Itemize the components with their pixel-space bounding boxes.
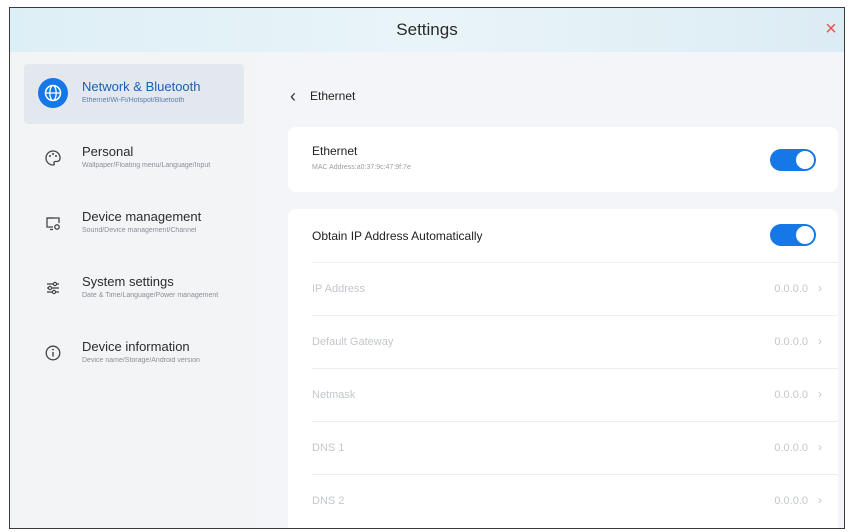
sidebar-item-system-settings[interactable]: System settings Date & Time/Language/Pow… [24, 259, 244, 319]
breadcrumb-title: Ethernet [310, 89, 356, 103]
breadcrumb: ‹ Ethernet [290, 86, 355, 106]
row-value: 0.0.0.0 [774, 336, 808, 348]
sidebar-item-label: Personal [82, 144, 134, 159]
dns2-row[interactable]: DNS 2 0.0.0.0 › [312, 474, 838, 527]
row-value: 0.0.0.0 [774, 283, 808, 295]
sidebar-item-subtitle: Device name/Storage/Android version [82, 357, 200, 364]
dns1-row[interactable]: DNS 1 0.0.0.0 › [312, 421, 838, 474]
chevron-right-icon: › [818, 387, 822, 401]
sidebar-item-label: Device management [82, 209, 202, 224]
default-gateway-row[interactable]: Default Gateway 0.0.0.0 › [312, 315, 838, 368]
settings-window: Settings × Network & Bluetooth Ethernet/… [9, 7, 845, 529]
main-panel: ‹ Ethernet Ethernet MAC Address:a0:37:9c… [258, 52, 844, 528]
globe-icon [38, 78, 68, 108]
row-value: 0.0.0.0 [774, 495, 808, 507]
sidebar-item-label: Network & Bluetooth [82, 79, 201, 94]
toggle-knob [796, 151, 814, 169]
chevron-right-icon: › [818, 493, 822, 507]
sliders-icon [38, 273, 68, 303]
row-label: IP Address [312, 283, 365, 295]
chevron-right-icon: › [818, 440, 822, 454]
sidebar-item-subtitle: Sound/Device management/Channel [82, 227, 197, 234]
sidebar-item-subtitle: Ethernet/Wi-Fi/Hotspot/Bluetooth [82, 97, 185, 104]
chevron-right-icon: › [818, 281, 822, 295]
window-title: Settings [396, 20, 458, 39]
sidebar-item-subtitle: Date & Time/Language/Power management [82, 292, 219, 299]
sidebar-item-label: Device information [82, 339, 190, 354]
palette-icon [38, 143, 68, 173]
sidebar: Network & Bluetooth Ethernet/Wi-Fi/Hotsp… [10, 52, 258, 528]
sidebar-item-subtitle: Wallpaper/Floating menu/Language/Input [82, 162, 211, 169]
row-label: DNS 1 [312, 442, 345, 454]
row-value: 0.0.0.0 [774, 389, 808, 401]
monitor-icon [38, 208, 68, 238]
sidebar-item-network-bluetooth[interactable]: Network & Bluetooth Ethernet/Wi-Fi/Hotsp… [24, 64, 244, 124]
chevron-right-icon: › [818, 334, 822, 348]
mac-address: MAC Address:a0:37:9c:47:9f:7e [312, 164, 411, 171]
auto-ip-title: Obtain IP Address Automatically [312, 229, 483, 243]
back-chevron-icon[interactable]: ‹ [290, 86, 296, 106]
row-label: Default Gateway [312, 336, 394, 348]
ethernet-card: Ethernet MAC Address:a0:37:9c:47:9f:7e [288, 127, 838, 192]
close-icon[interactable]: × [822, 19, 840, 39]
ip-settings-card: Obtain IP Address Automatically IP Addre… [288, 209, 838, 528]
info-icon [38, 338, 68, 368]
sidebar-item-label: System settings [82, 274, 174, 289]
ethernet-title: Ethernet [312, 144, 358, 158]
sidebar-item-device-information[interactable]: Device information Device name/Storage/A… [24, 324, 244, 384]
title-bar: Settings × [10, 8, 844, 52]
row-label: DNS 2 [312, 495, 345, 507]
row-label: Netmask [312, 389, 356, 401]
netmask-row[interactable]: Netmask 0.0.0.0 › [312, 368, 838, 421]
ip-address-row[interactable]: IP Address 0.0.0.0 › [312, 262, 838, 315]
row-value: 0.0.0.0 [774, 442, 808, 454]
toggle-knob [796, 226, 814, 244]
auto-ip-toggle[interactable] [770, 224, 816, 246]
sidebar-item-device-management[interactable]: Device management Sound/Device managemen… [24, 194, 244, 254]
sidebar-item-personal[interactable]: Personal Wallpaper/Floating menu/Languag… [24, 129, 244, 189]
ethernet-toggle[interactable] [770, 149, 816, 171]
